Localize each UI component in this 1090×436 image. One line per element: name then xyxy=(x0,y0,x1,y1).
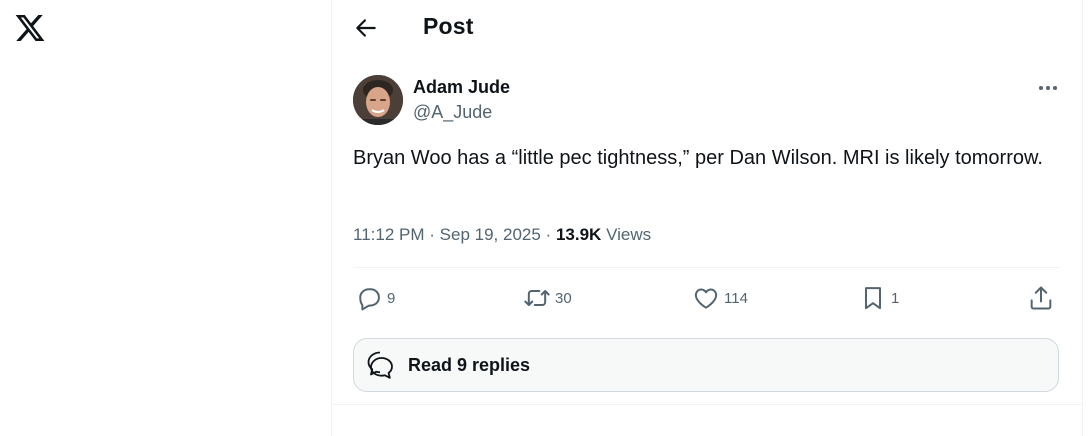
repost-count: 30 xyxy=(555,289,572,307)
meta-separator-2: · xyxy=(545,225,552,244)
meta-separator: · xyxy=(429,225,435,244)
views-count: 13.9K xyxy=(555,225,602,244)
bookmark-icon xyxy=(865,287,881,310)
like-count: 114 xyxy=(724,289,748,307)
chat-bubbles-icon xyxy=(367,351,393,379)
reply-button[interactable]: 9 xyxy=(355,284,395,312)
left-navigation xyxy=(0,0,332,436)
avatar-image xyxy=(353,75,403,125)
reply-icon xyxy=(359,288,380,311)
post-header: Post xyxy=(333,0,1083,55)
bookmark-count: 1 xyxy=(891,289,900,307)
share-button[interactable] xyxy=(1027,284,1055,312)
bookmark-button[interactable]: 1 xyxy=(859,284,899,312)
read-replies-button[interactable]: Read 9 replies xyxy=(353,338,1059,392)
like-button[interactable]: 114 xyxy=(692,284,748,312)
author-name[interactable]: Adam Jude xyxy=(413,77,510,98)
divider xyxy=(353,267,1060,268)
tweet-date[interactable]: Sep 19, 2025 xyxy=(440,225,541,244)
repost-icon xyxy=(524,290,550,306)
author-handle[interactable]: @A_Jude xyxy=(413,102,492,123)
repost-button[interactable]: 30 xyxy=(523,284,572,312)
back-arrow-icon[interactable] xyxy=(353,15,379,41)
tweet-meta: 11:12 PM · Sep 19, 2025 · 13.9K Views xyxy=(353,225,651,245)
reply-count: 9 xyxy=(387,289,396,307)
views-label: Views xyxy=(606,225,652,244)
share-icon xyxy=(1030,286,1052,310)
page: Post Adam Jude @A_Jude Bryan Woo has a “… xyxy=(0,0,1090,436)
tweet-text: Bryan Woo has a “little pec tightness,” … xyxy=(353,147,1043,169)
post-detail-column: Post Adam Jude @A_Jude Bryan Woo has a “… xyxy=(333,0,1083,436)
heart-icon xyxy=(694,288,718,309)
tweet-time[interactable]: 11:12 PM xyxy=(353,225,425,244)
bottom-divider xyxy=(333,404,1083,405)
page-title: Post xyxy=(423,13,474,39)
x-logo-icon[interactable] xyxy=(14,12,46,44)
read-replies-label: Read 9 replies xyxy=(408,354,531,375)
avatar[interactable] xyxy=(353,75,403,125)
more-options-icon[interactable] xyxy=(1035,78,1061,98)
